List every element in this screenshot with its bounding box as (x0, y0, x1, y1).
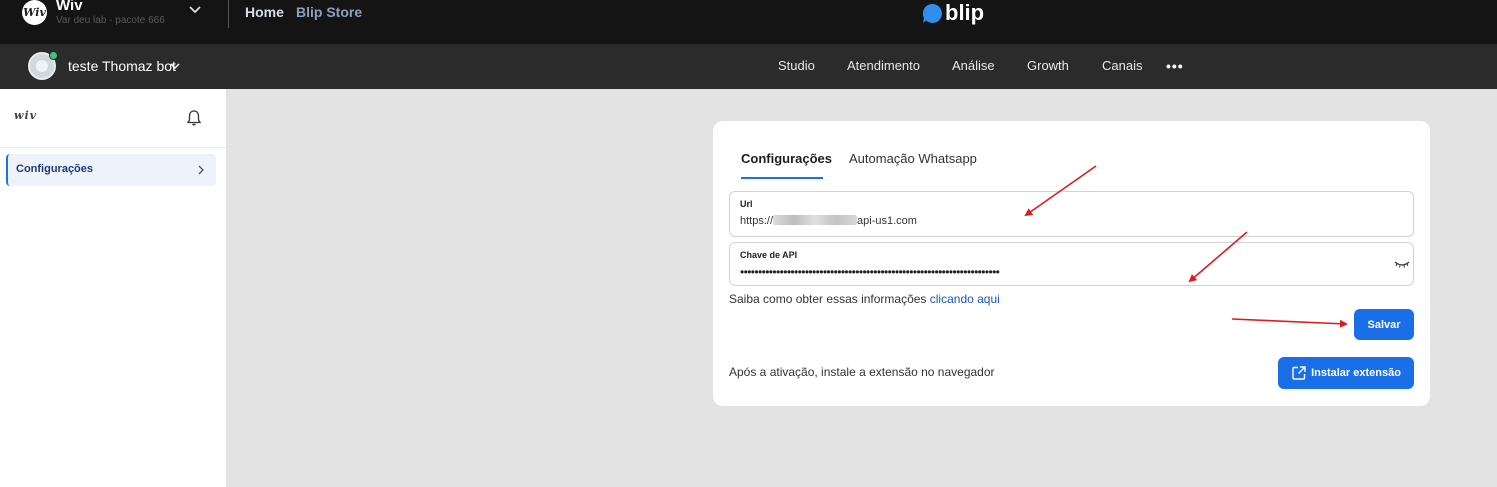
sidebar-logo: wiv (14, 109, 38, 122)
api-key-field[interactable]: Chave de API •••••••••••••••••••••••••••… (729, 242, 1414, 286)
active-tab-indicator (741, 177, 823, 179)
sidebar: wiv Configurações (0, 89, 226, 487)
tab-automacao-whatsapp[interactable]: Automação Whatsapp (849, 151, 977, 166)
sidebar-item-label: Configurações (16, 163, 94, 175)
sidebar-item-configuracoes[interactable]: Configurações (6, 154, 216, 186)
org-name[interactable]: Wiv (56, 0, 83, 14)
blip-logo[interactable]: blip (922, 0, 984, 24)
divider (228, 0, 229, 28)
bell-icon[interactable] (185, 109, 203, 127)
url-suffix: api-us1.com (857, 215, 917, 227)
nav-bar: teste Thomaz bot Studio Atendimento Anál… (0, 44, 1497, 89)
url-value[interactable]: https:// api-us1.com (740, 215, 917, 227)
avatar-inner (36, 60, 48, 72)
nav-growth[interactable]: Growth (1027, 58, 1069, 73)
nav-atendimento[interactable]: Atendimento (847, 58, 920, 73)
top-bar: Wiv Wiv Var deu lab - pacote 666 Home Bl… (0, 0, 1497, 44)
org-subtitle: Var deu lab - pacote 666 (56, 15, 165, 26)
help-text-body: Saiba como obter essas informações (729, 292, 930, 306)
api-key-value[interactable]: ••••••••••••••••••••••••••••••••••••••••… (740, 265, 1000, 279)
install-extension-button[interactable]: Instalar extensão (1278, 357, 1414, 389)
more-icon[interactable]: ••• (1166, 58, 1184, 74)
org-logo[interactable]: Wiv (22, 0, 47, 25)
install-instructions: Após a ativação, instale a extensão no n… (729, 365, 995, 379)
bot-name[interactable]: teste Thomaz bot (68, 58, 176, 74)
settings-card: Configurações Automação Whatsapp Url htt… (713, 121, 1430, 406)
eye-closed-icon[interactable] (1394, 259, 1410, 269)
tab-configuracoes[interactable]: Configurações (741, 151, 832, 166)
nav-studio[interactable]: Studio (778, 58, 815, 73)
blip-store-link[interactable]: Blip Store (296, 4, 362, 20)
url-field[interactable]: Url https:// api-us1.com (729, 191, 1414, 237)
online-status-icon (49, 51, 58, 60)
url-prefix: https:// (740, 215, 774, 227)
chevron-down-icon[interactable] (188, 5, 202, 15)
help-text: Saiba como obter essas informações clica… (729, 292, 1000, 306)
install-extension-label: Instalar extensão (1311, 367, 1401, 379)
org-logo-text: Wiv (23, 6, 46, 19)
chat-bubble-icon (922, 3, 942, 24)
url-label: Url (740, 199, 753, 209)
home-link[interactable]: Home (245, 4, 284, 20)
redacted-text (773, 215, 858, 225)
external-link-icon (1292, 366, 1306, 380)
save-button[interactable]: Salvar (1354, 309, 1414, 340)
api-key-label: Chave de API (740, 250, 798, 260)
divider (0, 147, 226, 148)
chevron-down-icon[interactable] (170, 63, 180, 70)
brand-name: blip (945, 0, 985, 25)
nav-canais[interactable]: Canais (1102, 58, 1142, 73)
chevron-right-icon (198, 165, 204, 175)
nav-analise[interactable]: Análise (952, 58, 995, 73)
help-link[interactable]: clicando aqui (930, 292, 1000, 306)
